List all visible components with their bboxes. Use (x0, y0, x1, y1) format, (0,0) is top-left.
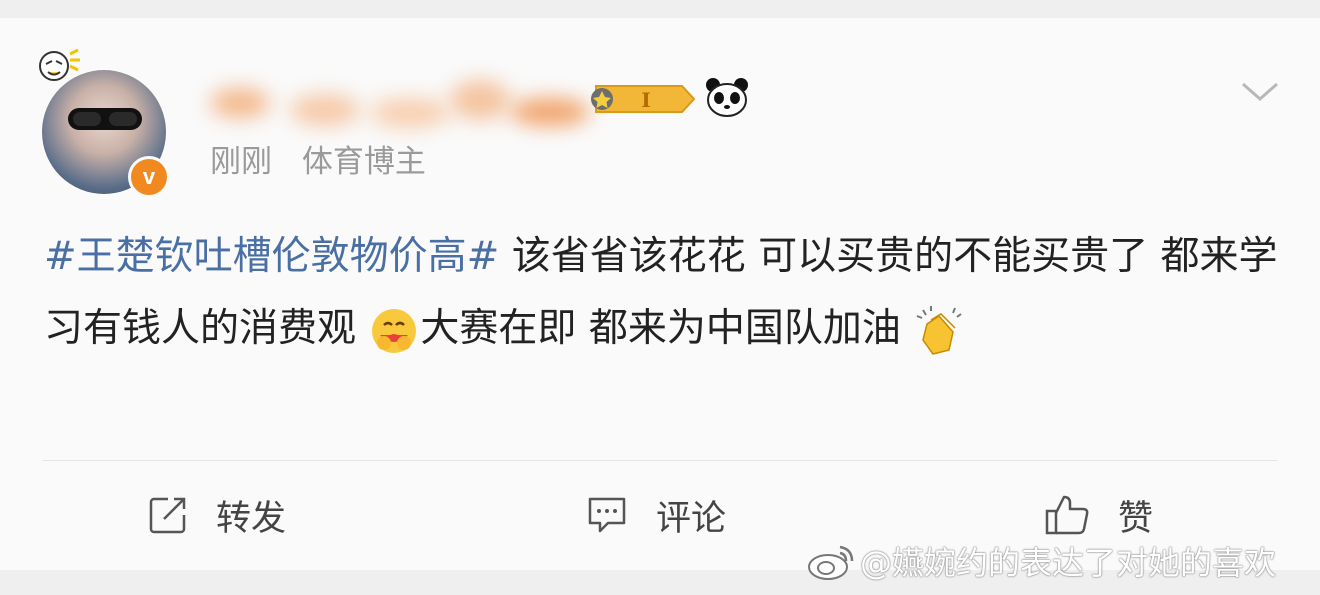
avatar-pendant-icon (39, 48, 80, 81)
post-text-2: 大赛在即 都来为中国队加油 (420, 306, 901, 351)
level-badge-text: I (641, 88, 650, 112)
post-content: #王楚钦吐槽伦敦物价高# 该省省该花花 可以买贵的不能买贵了 都来学习有钱人的消… (44, 221, 1284, 365)
like-icon (1045, 495, 1089, 535)
divider (42, 460, 1278, 461)
comment-label: 评论 (656, 498, 727, 539)
repost-button[interactable]: 转发 (148, 490, 286, 540)
comment-icon (588, 497, 626, 533)
panda-icon (706, 78, 748, 117)
chevron-down-icon[interactable] (1240, 78, 1280, 106)
watermark: @嬿婉约的表达了对她的喜欢 (806, 538, 1276, 584)
repost-label: 转发 (216, 498, 287, 539)
username-blurred[interactable] (200, 68, 600, 146)
goggles-illustration (68, 108, 142, 130)
timestamp: 刚刚 (210, 144, 272, 180)
comment-button[interactable]: 评论 (586, 490, 726, 540)
level-badge-icon: I (591, 85, 696, 113)
post-meta: 刚刚 体育博主 (210, 142, 446, 182)
hug-emoji-icon (372, 308, 417, 353)
repost-icon (149, 497, 186, 534)
like-button[interactable]: 赞 (1044, 490, 1153, 540)
watermark-text: @嬿婉约的表达了对她的喜欢 (860, 544, 1277, 582)
topic-link[interactable]: #王楚钦吐槽伦敦物价高# (44, 234, 499, 279)
verified-badge: v (128, 156, 170, 198)
clap-emoji-icon (916, 305, 962, 355)
like-label: 赞 (1118, 498, 1154, 539)
author-tag: 体育博主 (301, 144, 426, 180)
weibo-logo-icon (808, 545, 854, 580)
